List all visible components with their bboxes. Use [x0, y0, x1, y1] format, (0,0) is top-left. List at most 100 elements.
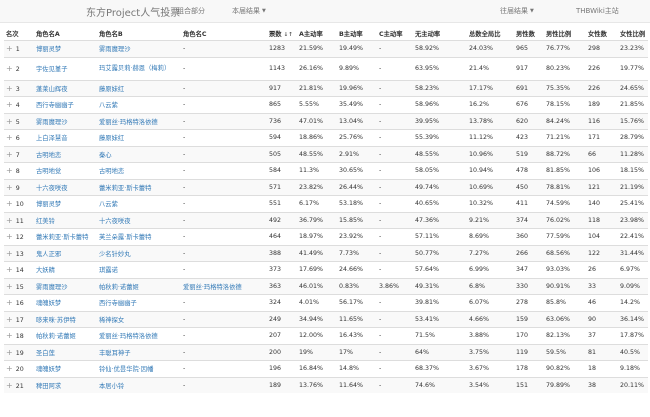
character-link[interactable]: 红美铃 — [36, 218, 55, 225]
table-row[interactable]: +19 圣白莲 丰聪耳神子 -200 19% 17% -64% 3.75% 119 59.5% 81… — [4, 343, 648, 361]
nav-dropdown-past-results[interactable]: 往届结果 ▼ — [500, 6, 534, 16]
nav-link-thbwiki[interactable]: THBWiki主站 — [576, 6, 619, 16]
table-row[interactable]: +6 上白泽慧音 藤原妹红 -594 18.86% 25.76% -55.39% 11.12%… — [4, 129, 648, 146]
character-link[interactable]: 雾雨魔理沙 — [99, 46, 130, 53]
table-row[interactable]: +2 宇佐见堇子 玛艾露贝莉·赫恩（梅莉） -1143 26.16% 9.89% -63.9… — [4, 56, 648, 80]
character-link[interactable]: 铃仙·优昙华院·因幡 — [99, 366, 153, 373]
table-row[interactable]: +8 古明地觉 古明地恋 -584 11.3% 30.65% -58.05% 10.94% 47… — [4, 162, 648, 179]
character-link[interactable]: 古明地恋 — [36, 152, 61, 159]
expand-row-icon[interactable]: + — [6, 216, 13, 225]
character-link[interactable]: 雾雨魔理沙 — [36, 284, 67, 291]
expand-row-icon[interactable]: + — [6, 150, 13, 159]
character-link[interactable]: 大妖精 — [36, 267, 55, 274]
character-link[interactable]: 魂魄妖梦 — [36, 366, 61, 373]
character-link[interactable]: 博丽灵梦 — [36, 46, 61, 53]
table-row[interactable]: +20 魂魄妖梦 铃仙·优昙华院·因幡 -196 16.84% 14.8% -68.37% 3… — [4, 360, 648, 377]
character-link[interactable]: 帕秋莉·诺蕾姬 — [99, 284, 139, 291]
table-row[interactable]: +14 大妖精 琪露诺 -373 17.69% 24.66% -57.64% 6.99% 347… — [4, 261, 648, 278]
table-row[interactable]: +4 西行寺幽幽子 八云紫 -865 5.55% 35.49% -58.96% 16.2% 67… — [4, 96, 648, 113]
character-link[interactable]: 上白泽慧音 — [36, 135, 67, 142]
column-header[interactable]: 角色名A — [34, 26, 97, 41]
expand-row-icon[interactable]: + — [6, 199, 13, 208]
table-row[interactable]: +7 古明地恋 秦心 -505 48.55% 2.91% -48.55% 10.96% 519 8… — [4, 145, 648, 163]
expand-row-icon[interactable]: + — [6, 232, 13, 241]
expand-row-icon[interactable]: + — [6, 44, 13, 53]
expand-row-icon[interactable]: + — [6, 117, 13, 126]
column-header[interactable]: 女性数 — [586, 26, 618, 41]
table-row[interactable]: +9 十六夜咲夜 蕾米莉亚·斯卡蕾特 -571 23.82% 26.44% -49.74% 1… — [4, 178, 648, 196]
table-row[interactable]: +16 魂魄妖梦 西行寺幽幽子 -324 4.01% 56.17% -39.81% 6.07%… — [4, 294, 648, 311]
character-link[interactable]: 本居小铃 — [99, 383, 124, 390]
character-link[interactable]: 稀神探女 — [99, 317, 124, 324]
character-link[interactable]: 十六夜咲夜 — [36, 185, 67, 192]
character-link[interactable]: 魂魄妖梦 — [36, 300, 61, 307]
table-row[interactable]: +13 鬼人正邪 少名针妙丸 -388 41.49% 7.73% -50.77% 7.27% 2… — [4, 244, 648, 262]
character-link[interactable]: 八云紫 — [99, 102, 118, 109]
character-link[interactable]: 藤原妹红 — [99, 86, 124, 93]
table-row[interactable]: +17 哆来咪·苏伊特 稀神探女 -249 34.94% 11.65% -53.41% 4.6… — [4, 310, 648, 328]
character-link[interactable]: 十六夜咲夜 — [99, 218, 130, 225]
expand-row-icon[interactable]: + — [6, 100, 13, 109]
table-row[interactable]: +11 红美铃 十六夜咲夜 -492 36.79% 15.85% -47.36% 9.21% 3… — [4, 211, 648, 229]
character-link[interactable]: 古明地恋 — [99, 168, 124, 175]
expand-row-icon[interactable]: + — [6, 183, 13, 192]
expand-row-icon[interactable]: + — [6, 84, 13, 93]
character-link[interactable]: 宇佐见堇子 — [36, 66, 67, 73]
character-link[interactable]: 稗田阿求 — [36, 383, 61, 390]
character-link[interactable]: 八云紫 — [99, 201, 118, 208]
column-header[interactable]: 名次 — [4, 26, 34, 41]
sort-desc-icon[interactable]: ↓↑ — [284, 32, 293, 38]
column-header-votes[interactable]: 票数 ↓↑ — [267, 26, 297, 41]
table-row[interactable]: +3 蓬莱山辉夜 藤原妹红 -917 21.81% 19.96% -58.23% 17.17%… — [4, 79, 648, 97]
table-row[interactable]: +10 博丽灵梦 八云紫 -551 6.17% 53.18% -40.65% 10.32% 41… — [4, 195, 648, 212]
expand-row-icon[interactable]: + — [6, 298, 13, 307]
character-link[interactable]: 蕾米莉亚·斯卡蕾特 — [99, 185, 151, 192]
expand-row-icon[interactable]: + — [6, 381, 13, 390]
column-header[interactable]: 角色名C — [181, 26, 267, 41]
character-link[interactable]: 哆来咪·苏伊特 — [36, 317, 76, 324]
column-header[interactable]: 男性数 — [514, 26, 544, 41]
table-row[interactable]: +21 稗田阿求 本居小铃 -189 13.76% 11.64% -74.6% 3.54% 15… — [4, 376, 648, 393]
expand-row-icon[interactable]: + — [6, 331, 13, 340]
character-link[interactable]: 鬼人正邪 — [36, 251, 61, 258]
column-header[interactable]: 无主动率 — [413, 26, 467, 41]
nav-dropdown-current-results[interactable]: 本届结果 ▼ — [232, 6, 266, 16]
character-link[interactable]: 帕秋莉·诺蕾姬 — [36, 333, 76, 340]
character-link[interactable]: 西行寺幽幽子 — [36, 102, 74, 109]
expand-row-icon[interactable]: + — [6, 133, 13, 142]
table-row[interactable]: +15 雾雨魔理沙 帕秋莉·诺蕾姬 爱丽丝·玛格特洛依德 363 46.01% 0.83% 3… — [4, 277, 648, 295]
character-link[interactable]: 圣白莲 — [36, 350, 55, 357]
column-header[interactable]: A主动率 — [297, 26, 337, 41]
column-header[interactable]: C主动率 — [377, 26, 413, 41]
column-header[interactable]: 总数全局比 — [467, 26, 514, 41]
character-link[interactable]: 蕾米莉亚·斯卡蕾特 — [36, 234, 88, 241]
character-link[interactable]: 琪露诺 — [99, 267, 118, 274]
character-link[interactable]: 爱丽丝·玛格特洛依德 — [99, 333, 158, 340]
character-link[interactable]: 爱丽丝·玛格特洛依德 — [99, 119, 158, 126]
site-brand[interactable]: 东方Project人气投票 — [86, 4, 180, 19]
character-link[interactable]: 丰聪耳神子 — [99, 350, 130, 357]
character-link[interactable]: 蓬莱山辉夜 — [36, 86, 67, 93]
expand-row-icon[interactable]: + — [6, 64, 13, 73]
column-header[interactable]: B主动率 — [337, 26, 377, 41]
character-link[interactable]: 古明地觉 — [36, 168, 61, 175]
column-header[interactable]: 角色名B — [97, 26, 181, 41]
column-header[interactable]: 女性比例 — [618, 26, 648, 41]
character-link[interactable]: 藤原妹红 — [99, 135, 124, 142]
expand-row-icon[interactable]: + — [6, 166, 13, 175]
character-link[interactable]: 西行寺幽幽子 — [99, 300, 137, 307]
nav-link-combination[interactable]: 组合部分 — [177, 6, 205, 16]
expand-row-icon[interactable]: + — [6, 282, 13, 291]
expand-row-icon[interactable]: + — [6, 249, 13, 258]
expand-row-icon[interactable]: + — [6, 265, 13, 274]
table-row[interactable]: +12 蕾米莉亚·斯卡蕾特 芙兰朵露·斯卡蕾特 -464 18.97% 23.92% -57… — [4, 228, 648, 245]
table-row[interactable]: +18 帕秋莉·诺蕾姬 爱丽丝·玛格特洛依德 -207 12.00% 16.43% -71.… — [4, 327, 648, 344]
character-link[interactable]: 芙兰朵露·斯卡蕾特 — [99, 234, 151, 241]
character-link[interactable]: 秦心 — [99, 152, 112, 159]
table-row[interactable]: +5 雾雨魔理沙 爱丽丝·玛格特洛依德 -736 47.01% 13.04% -39.95%… — [4, 112, 648, 130]
character-link[interactable]: 博丽灵梦 — [36, 201, 61, 208]
expand-row-icon[interactable]: + — [6, 315, 13, 324]
character-link[interactable]: 雾雨魔理沙 — [36, 119, 67, 126]
character-link[interactable]: 爱丽丝·玛格特洛依德 — [183, 284, 242, 291]
character-link[interactable]: 少名针妙丸 — [99, 251, 130, 258]
